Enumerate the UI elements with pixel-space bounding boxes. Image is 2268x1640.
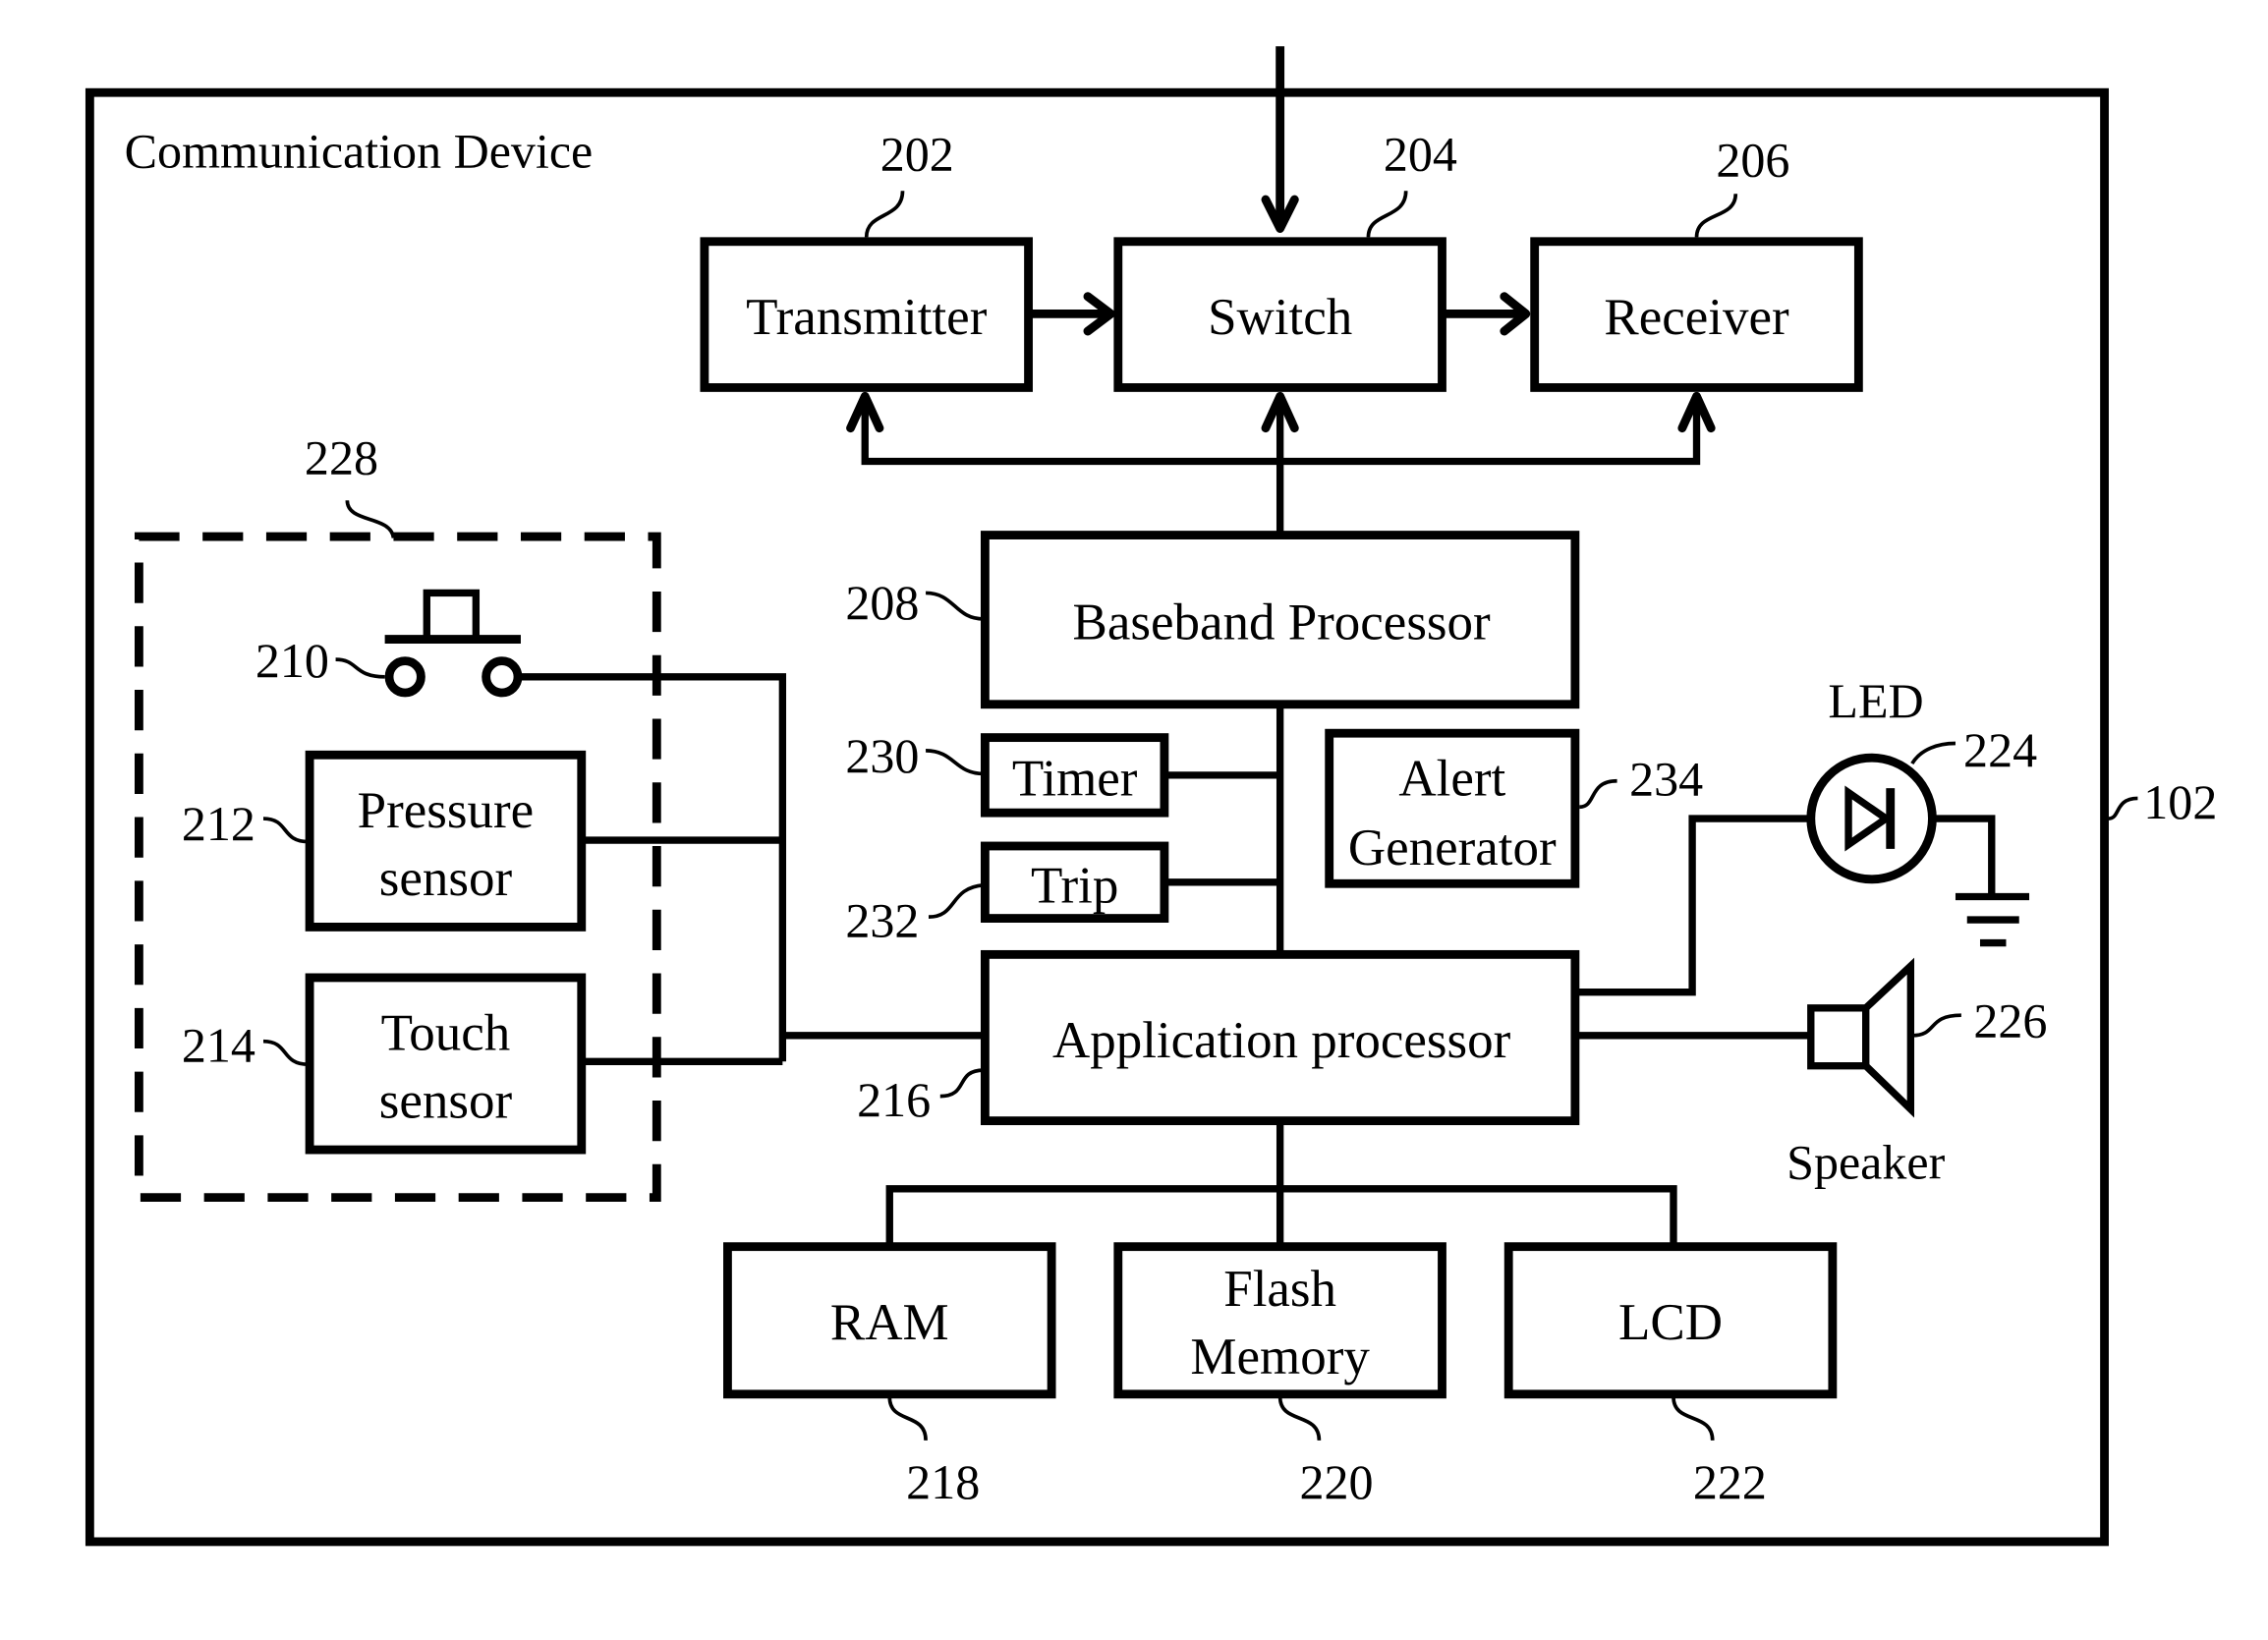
alert-ref-leader (1579, 778, 1617, 810)
led-ground-wire (1932, 815, 1996, 897)
pressure-sensor-block: Pressure sensor (305, 750, 587, 932)
baseband-ref-leader (925, 591, 985, 621)
button-ref: 210 (255, 633, 329, 688)
led-icon (1806, 753, 1937, 884)
app-to-led-wire (1574, 815, 1808, 996)
touch-sensor-block: Touch sensor (305, 973, 587, 1155)
ram-ref: 218 (906, 1454, 980, 1509)
pressure-sensor-label-line1: Pressure (358, 782, 534, 839)
flash-ref-leader (1277, 1396, 1322, 1442)
lcd-ref-leader (1672, 1396, 1715, 1442)
app-ref: 216 (857, 1072, 931, 1127)
switch-ref: 204 (1384, 127, 1457, 182)
sensor-group-ref: 228 (305, 430, 378, 485)
timer-ref-leader (925, 749, 984, 776)
ram-label: RAM (830, 1294, 949, 1351)
device-ref: 102 (2143, 774, 2217, 829)
button-ref-leader (335, 657, 385, 679)
lcd-ref: 222 (1693, 1454, 1767, 1509)
receiver-ref-leader (1694, 194, 1738, 238)
speaker-ref: 226 (1973, 992, 2047, 1047)
alert-generator-label-line2: Generator (1348, 820, 1557, 877)
push-button-icon (384, 589, 523, 698)
led-ref-leader (1910, 741, 1956, 765)
transmitter-ref: 202 (880, 127, 954, 182)
flash-memory-label-line2: Memory (1190, 1329, 1370, 1386)
timer-block: Timer (980, 733, 1169, 818)
speaker-label: Speaker (1786, 1135, 1945, 1190)
trip-block: Trip (980, 841, 1169, 923)
pressure-sensor-label-line2: sensor (379, 850, 513, 907)
transmitter-block: Transmitter (700, 237, 1033, 392)
touch-sensor-label-line2: sensor (379, 1073, 513, 1130)
alert-ref: 234 (1629, 751, 1703, 806)
switch-label: Switch (1208, 289, 1352, 346)
alert-generator-block: Alert Generator (1325, 728, 1580, 888)
led-label: LED (1828, 673, 1923, 728)
ground-icon (1955, 892, 2030, 947)
application-processor-label: Application processor (1052, 1012, 1511, 1069)
ram-block: RAM (723, 1242, 1056, 1399)
switch-ref-leader (1366, 191, 1408, 238)
flash-ref: 220 (1300, 1454, 1374, 1509)
flash-memory-label-line1: Flash (1223, 1261, 1336, 1318)
baseband-ref: 208 (845, 575, 919, 630)
flash-memory-block: Flash Memory (1113, 1242, 1446, 1399)
speaker-icon (1807, 957, 1915, 1118)
baseband-processor-block: Baseband Processor (980, 531, 1580, 709)
receiver-label: Receiver (1604, 289, 1789, 346)
application-processor-block: Application processor (980, 949, 1580, 1126)
app-ref-leader (939, 1068, 985, 1099)
pressure-ref: 212 (182, 796, 255, 851)
switch-block: Switch (1113, 237, 1446, 392)
ram-ref-leader (887, 1396, 928, 1442)
baseband-processor-label: Baseband Processor (1073, 594, 1491, 651)
speaker-ref-leader (1911, 1013, 1961, 1038)
device-title: Communication Device (125, 124, 594, 179)
pressure-ref-leader (262, 817, 309, 844)
trip-ref-leader (928, 882, 985, 919)
receiver-ref: 206 (1716, 133, 1789, 188)
touch-sensor-label-line1: Touch (381, 1005, 511, 1062)
trip-label: Trip (1031, 857, 1118, 914)
communication-device-diagram: Communication Device 102 Transmitter 202… (85, 46, 2217, 1547)
led-ref: 224 (1963, 722, 2037, 777)
trip-ref: 232 (845, 893, 919, 948)
device-ref-leader (2108, 796, 2138, 820)
lcd-label: LCD (1618, 1294, 1723, 1351)
receiver-block: Receiver (1530, 237, 1863, 392)
transmitter-label: Transmitter (746, 289, 988, 346)
lcd-block: LCD (1503, 1242, 1838, 1399)
transmitter-ref-leader (864, 191, 905, 238)
alert-generator-label-line1: Alert (1398, 750, 1505, 807)
timer-ref: 230 (845, 728, 919, 783)
touch-ref-leader (262, 1039, 309, 1067)
touch-ref: 214 (182, 1017, 255, 1072)
timer-label: Timer (1012, 750, 1138, 807)
